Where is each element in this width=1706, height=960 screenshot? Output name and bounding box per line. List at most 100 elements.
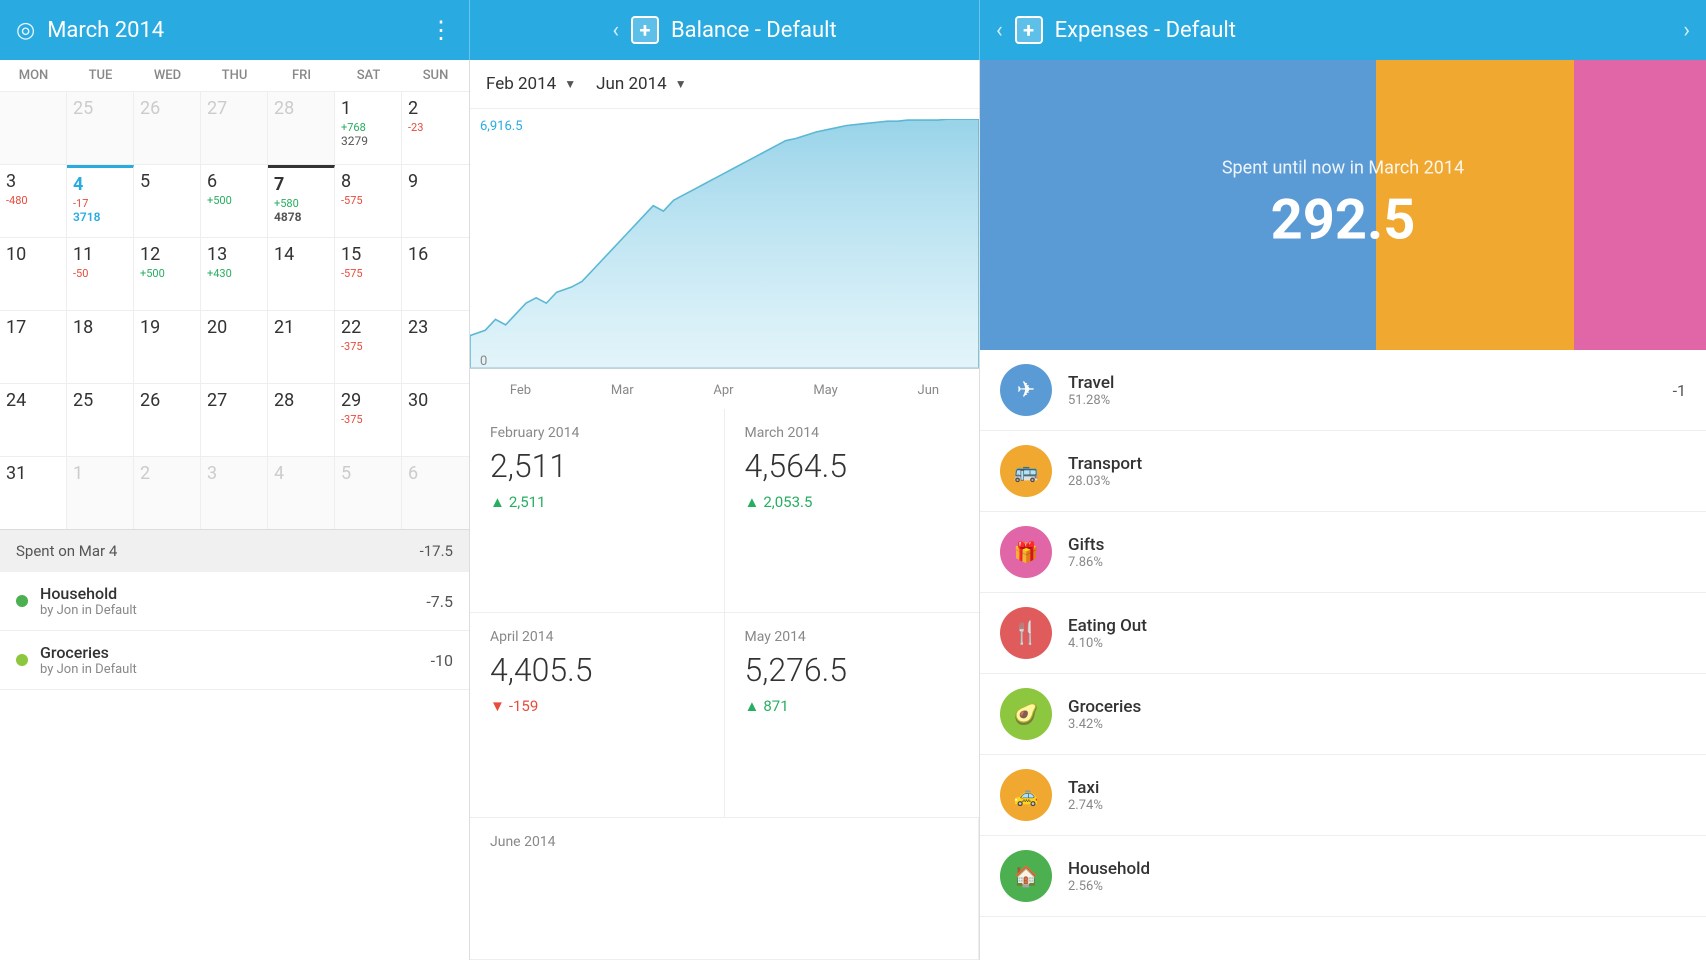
cal-cell[interactable]: 18	[67, 311, 134, 383]
cal-cell[interactable]: 5	[134, 165, 201, 237]
list-item[interactable]: ✈ Travel 51.28% -1	[980, 350, 1706, 431]
nav-right-expenses[interactable]: ›	[1683, 18, 1690, 43]
cal-cell[interactable]: 16	[402, 238, 469, 310]
cal-cell[interactable]: 28	[268, 92, 335, 164]
cal-cell[interactable]: 22 -375	[335, 311, 402, 383]
chart-end-label: Jun 2014	[596, 74, 667, 94]
monthly-card-apr[interactable]: April 2014 4,405.5 ▼ -159	[470, 613, 725, 817]
cal-cell[interactable]: 24	[0, 384, 67, 456]
cal-cell[interactable]: 1	[67, 457, 134, 529]
list-item[interactable]: 🚕 Taxi 2.74%	[980, 755, 1706, 836]
category-name: Gifts	[1068, 535, 1670, 555]
cal-cell[interactable]: 8 -575	[335, 165, 402, 237]
cal-cell[interactable]: 6	[402, 457, 469, 529]
balance-chart	[470, 119, 979, 379]
transaction-amount: -7.5	[426, 592, 453, 611]
chart-container: 6,916.5 0 Feb Mar Apr May	[470, 109, 979, 409]
nav-left-expenses[interactable]: ‹	[996, 18, 1003, 43]
category-pct: 28.03%	[1068, 474, 1670, 489]
travel-icon: ✈	[1000, 364, 1052, 416]
category-pct: 2.74%	[1068, 798, 1670, 813]
monthly-card-month: May 2014	[745, 629, 960, 645]
nav-left-balance[interactable]: ‹	[612, 18, 619, 43]
monthly-card-may[interactable]: May 2014 5,276.5 ▲ 871	[725, 613, 980, 817]
list-item[interactable]: 🎁 Gifts 7.86%	[980, 512, 1706, 593]
cal-cell[interactable]: 31	[0, 457, 67, 529]
cal-cell[interactable]: 26	[134, 92, 201, 164]
monthly-card-month: April 2014	[490, 629, 704, 645]
cal-cell[interactable]: 23	[402, 311, 469, 383]
category-info: Gifts 7.86%	[1068, 535, 1670, 570]
cal-cell[interactable]: 14	[268, 238, 335, 310]
cal-cell[interactable]: 29 -375	[335, 384, 402, 456]
calendar-week-5: 24 25 26 27 28 29 -375 30	[0, 383, 469, 456]
balance-header-section: ‹ + Balance - Default	[470, 0, 980, 60]
cal-cell[interactable]: 13 +430	[201, 238, 268, 310]
cal-cell[interactable]: 11 -50	[67, 238, 134, 310]
monthly-card-feb[interactable]: February 2014 2,511 ▲ 2,511	[470, 409, 725, 613]
expenses-subtitle: Spent until now in March 2014	[1222, 158, 1464, 179]
cal-cell[interactable]: 1 +768 3279	[335, 92, 402, 164]
cal-cell[interactable]: 26	[134, 384, 201, 456]
main-content: MON TUE WED THU FRI SAT SUN 25 26 27 28 …	[0, 60, 1706, 960]
transaction-amount: -10	[431, 651, 453, 670]
eating-out-icon: 🍴	[1000, 607, 1052, 659]
balance-panel: Feb 2014 ▼ Jun 2014 ▼ 6,916.5 0	[470, 60, 980, 960]
cal-cell[interactable]: 10	[0, 238, 67, 310]
list-item[interactable]: Groceries by Jon in Default -10	[0, 631, 469, 690]
list-item[interactable]: 🚌 Transport 28.03%	[980, 431, 1706, 512]
cal-cell[interactable]: 25	[67, 92, 134, 164]
cal-cell[interactable]: 20	[201, 311, 268, 383]
list-item[interactable]: Household by Jon in Default -7.5	[0, 572, 469, 631]
chart-header: Feb 2014 ▼ Jun 2014 ▼	[470, 60, 979, 109]
cal-cell-today[interactable]: 4 -17 3718	[67, 165, 134, 237]
expenses-panel: Spent until now in March 2014 292.5 ✈ Tr…	[980, 60, 1706, 960]
cal-cell[interactable]: 2 -23	[402, 92, 469, 164]
chart-range-end[interactable]: Jun 2014 ▼	[596, 74, 686, 94]
cal-cell[interactable]: 17	[0, 311, 67, 383]
add-expenses-button[interactable]: +	[1015, 16, 1043, 44]
taxi-icon: 🚕	[1000, 769, 1052, 821]
cal-cell-selected[interactable]: 7 +580 4878	[268, 165, 335, 237]
monthly-card-change: ▲ 871	[745, 697, 960, 715]
cal-cell[interactable]: 3 -480	[0, 165, 67, 237]
cal-cell[interactable]	[0, 92, 67, 164]
list-item[interactable]: 🍴 Eating Out 4.10%	[980, 593, 1706, 674]
spent-summary: Spent on Mar 4 -17.5	[0, 529, 469, 572]
monthly-card-month: February 2014	[490, 425, 704, 441]
cal-cell[interactable]: 30	[402, 384, 469, 456]
expenses-header-section: ‹ + Expenses - Default ›	[980, 0, 1706, 60]
cal-cell[interactable]: 27	[201, 384, 268, 456]
cal-cell[interactable]: 12 +500	[134, 238, 201, 310]
monthly-card-mar[interactable]: March 2014 4,564.5 ▲ 2,053.5	[725, 409, 980, 613]
circle-icon: ◎	[16, 18, 35, 43]
calendar-week-3: 10 11 -50 12 +500 13 +430 14 15 -575	[0, 237, 469, 310]
list-item[interactable]: 🥑 Groceries 3.42%	[980, 674, 1706, 755]
cal-cell[interactable]: 25	[67, 384, 134, 456]
cal-cell[interactable]: 5	[335, 457, 402, 529]
cal-cell[interactable]: 2	[134, 457, 201, 529]
cal-cell[interactable]: 27	[201, 92, 268, 164]
cal-cell[interactable]: 4	[268, 457, 335, 529]
category-info: Household 2.56%	[1068, 859, 1670, 894]
expenses-total: 292.5	[1222, 187, 1464, 253]
cal-cell[interactable]: 6 +500	[201, 165, 268, 237]
category-name: Household	[1068, 859, 1670, 879]
day-header-tue: TUE	[67, 60, 134, 91]
chevron-down-icon: ▼	[675, 77, 687, 91]
list-item[interactable]: 🏠 Household 2.56%	[980, 836, 1706, 917]
cal-cell[interactable]: 9	[402, 165, 469, 237]
chart-x-labels: Feb Mar Apr May Jun	[470, 379, 979, 406]
add-balance-button[interactable]: +	[631, 16, 659, 44]
cal-cell[interactable]: 15 -575	[335, 238, 402, 310]
cal-cell[interactable]: 3	[201, 457, 268, 529]
transaction-sub: by Jon in Default	[40, 603, 414, 618]
day-header-mon: MON	[0, 60, 67, 91]
chart-range-start[interactable]: Feb 2014 ▼	[486, 74, 576, 94]
menu-icon[interactable]: ⋮	[429, 16, 453, 44]
arrow-down-icon: ▼	[490, 697, 505, 715]
cal-cell[interactable]: 28	[268, 384, 335, 456]
monthly-card-jun[interactable]: June 2014	[470, 818, 979, 960]
cal-cell[interactable]: 21	[268, 311, 335, 383]
cal-cell[interactable]: 19	[134, 311, 201, 383]
